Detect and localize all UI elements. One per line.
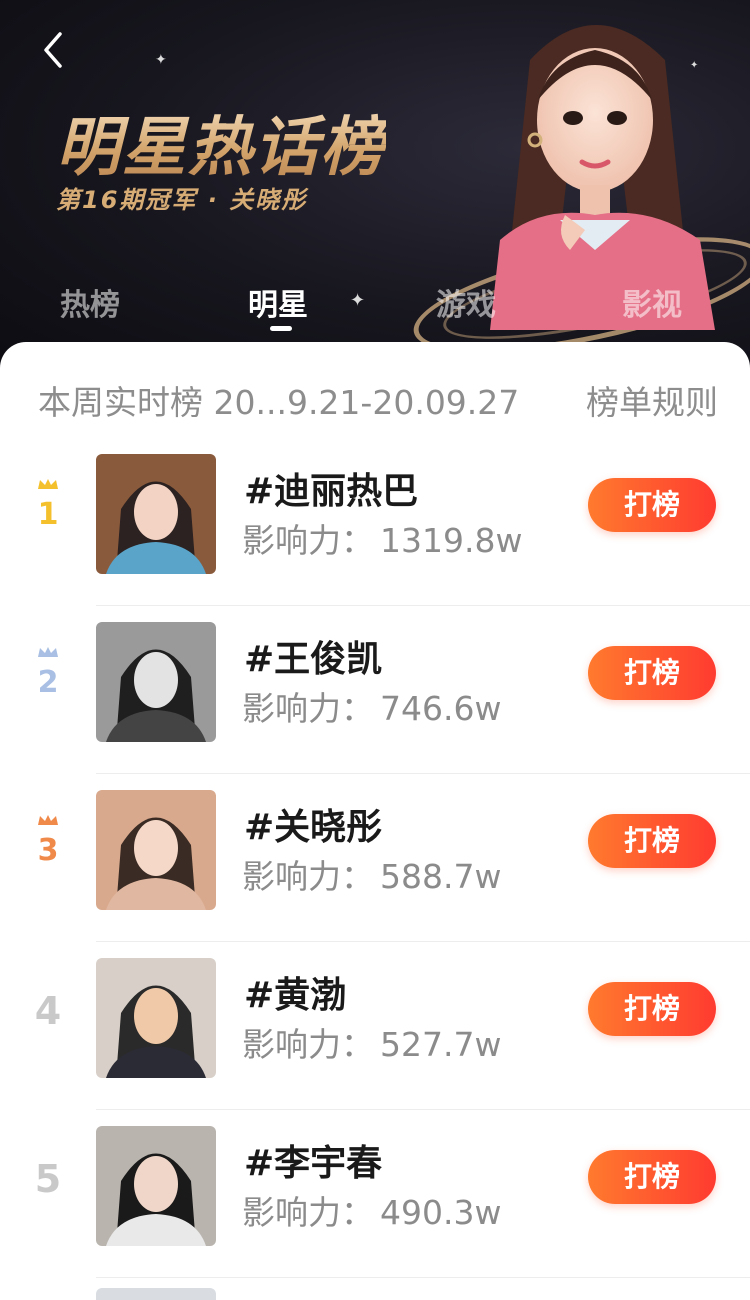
influence-prefix: 影响力：	[242, 1193, 374, 1232]
ranking-row[interactable]: 1 #迪丽热巴 影响力： 1319.8w 打榜	[0, 438, 750, 606]
avatar[interactable]	[96, 454, 216, 574]
period-label: 本周实时榜 20...9.21-20.09.27	[38, 383, 520, 422]
avatar[interactable]	[96, 958, 216, 1078]
ranking-card: 本周实时榜 20...9.21-20.09.27 榜单规则 1 #迪丽热巴 影响…	[0, 342, 750, 1300]
next-row-avatar-peek	[96, 1288, 216, 1300]
tab-games[interactable]: 游戏	[436, 280, 496, 324]
ranking-row[interactable]: 3 #关晓彤 影响力： 588.7w 打榜	[0, 774, 750, 942]
celebrity-name[interactable]: #关晓彤	[244, 798, 382, 850]
influence-text: 影响力： 527.7w	[242, 1018, 501, 1066]
tab-hot[interactable]: 热榜	[60, 280, 120, 324]
celebrity-name[interactable]: #李宇春	[244, 1134, 382, 1186]
celebrity-name[interactable]: #王俊凯	[244, 630, 382, 682]
sparkle-icon: ✦	[155, 52, 167, 68]
vote-button[interactable]: 打榜	[588, 478, 716, 532]
rank-badge: 3	[30, 814, 66, 869]
avatar-image	[96, 454, 216, 574]
rank-number: 2	[37, 665, 59, 700]
vote-button[interactable]: 打榜	[588, 814, 716, 868]
influence-text: 影响力： 490.3w	[242, 1186, 501, 1234]
chevron-left-icon	[44, 32, 62, 68]
page-title: 明星热话榜	[56, 96, 386, 188]
tab-movies[interactable]: 影视	[622, 280, 682, 324]
active-tab-indicator	[270, 326, 292, 331]
influence-value: 746.6w	[380, 689, 502, 728]
vote-button[interactable]: 打榜	[588, 646, 716, 700]
influence-value: 588.7w	[380, 857, 502, 896]
celebrity-name[interactable]: #迪丽热巴	[244, 462, 418, 514]
ranking-row[interactable]: 4 #黄渤 影响力： 527.7w 打榜	[0, 942, 750, 1110]
ranking-row[interactable]: 2 #王俊凯 影响力： 746.6w 打榜	[0, 606, 750, 774]
rank-number: 1	[37, 497, 59, 532]
vote-button[interactable]: 打榜	[588, 1150, 716, 1204]
influence-prefix: 影响力：	[242, 521, 374, 560]
influence-prefix: 影响力：	[242, 689, 374, 728]
crown-icon	[38, 815, 58, 825]
crown-icon	[38, 479, 58, 489]
avatar-image	[96, 790, 216, 910]
back-button[interactable]	[38, 30, 78, 70]
header-banner: ✦ ✦ ✦ ✦ 明星热话榜 第16期冠军 · 关晓彤 热榜 明星 游戏	[0, 0, 750, 370]
influence-prefix: 影响力：	[242, 857, 374, 896]
influence-value: 490.3w	[380, 1193, 502, 1232]
page-subtitle: 第16期冠军 · 关晓彤	[56, 186, 308, 214]
celebrity-name[interactable]: #黄渤	[244, 966, 346, 1018]
avatar-image	[96, 622, 216, 742]
rules-link[interactable]: 榜单规则	[586, 376, 718, 424]
rank-badge: 1	[30, 478, 66, 533]
tab-stars[interactable]: 明星	[248, 280, 308, 324]
avatar[interactable]	[96, 622, 216, 742]
vote-button[interactable]: 打榜	[588, 982, 716, 1036]
crown-icon	[38, 647, 58, 657]
avatar-image	[96, 1126, 216, 1246]
influence-value: 527.7w	[380, 1025, 502, 1064]
avatar[interactable]	[96, 790, 216, 910]
rank-number: 3	[37, 833, 59, 868]
rank-badge: 2	[30, 646, 66, 701]
rank-badge: 5	[30, 1160, 66, 1201]
influence-text: 影响力： 1319.8w	[242, 514, 522, 562]
influence-prefix: 影响力：	[242, 1025, 374, 1064]
row-divider	[96, 1277, 750, 1278]
rank-number: 5	[34, 1157, 62, 1201]
influence-text: 影响力： 588.7w	[242, 850, 501, 898]
period-row: 本周实时榜 20...9.21-20.09.27 榜单规则	[38, 372, 718, 422]
avatar[interactable]	[96, 1126, 216, 1246]
influence-text: 影响力： 746.6w	[242, 682, 501, 730]
rank-number: 4	[34, 989, 62, 1033]
ranking-row[interactable]: 5 #李宇春 影响力： 490.3w 打榜	[0, 1110, 750, 1278]
rank-badge: 4	[30, 992, 66, 1033]
avatar-image	[96, 958, 216, 1078]
category-tabs: 热榜 明星 游戏 影视	[0, 270, 750, 330]
influence-value: 1319.8w	[380, 521, 523, 560]
